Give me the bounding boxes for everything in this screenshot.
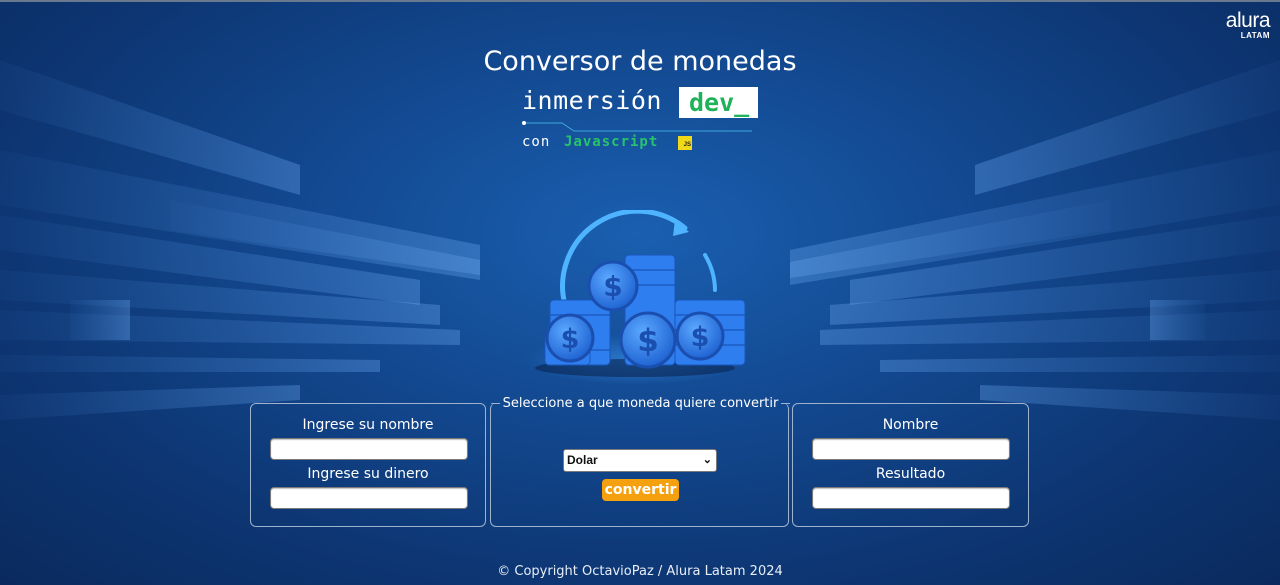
money-input-label: Ingrese su dinero <box>307 466 429 482</box>
coins-stack-illustration: $ $ $ $ <box>525 210 746 385</box>
chevron-down-icon: ⌄ <box>702 454 712 466</box>
input-panel: Ingrese su nombre Ingrese su dinero <box>250 403 486 527</box>
logo-sub-text: LATAM <box>1240 31 1270 40</box>
javascript-badge-icon: JS <box>678 136 692 150</box>
inmersion-dev-brand: inmersión dev_ con Javascript JS <box>522 84 782 159</box>
currency-selected-value: Dolar <box>567 453 598 467</box>
currency-legend: Seleccione a que moneda quiere convertir <box>502 395 779 411</box>
result-name-label: Nombre <box>882 417 939 433</box>
logo-main-text: alura <box>1225 9 1271 32</box>
circuit-trace-icon <box>522 121 752 132</box>
currency-select-panel: Seleccione a que moneda quiere convertir… <box>490 396 790 527</box>
svg-text:$: $ <box>637 323 659 359</box>
alura-logo: alura LATAM <box>1225 9 1271 40</box>
result-name-field[interactable] <box>812 438 1010 460</box>
name-input-label: Ingrese su nombre <box>302 417 434 433</box>
legend-line-left <box>491 402 500 404</box>
currency-legend-row: Seleccione a que moneda quiere convertir <box>491 395 790 411</box>
svg-text:$: $ <box>561 324 580 355</box>
footer-copyright: © Copyright OctavioPaz / Alura Latam 202… <box>497 564 783 579</box>
page-title: Conversor de monedas <box>483 46 797 77</box>
tagline-language: Javascript <box>564 134 659 150</box>
result-value-label: Resultado <box>875 466 946 482</box>
result-value-field[interactable] <box>812 487 1010 509</box>
name-input[interactable] <box>270 438 468 460</box>
brand-dev-tag: dev_ <box>679 87 758 118</box>
result-panel: Nombre Resultado <box>792 403 1029 527</box>
brand-word: inmersión <box>522 86 662 115</box>
legend-line-right <box>781 402 790 404</box>
money-input[interactable] <box>270 487 468 509</box>
tagline-prefix: con <box>522 134 551 150</box>
svg-text:$: $ <box>603 270 622 303</box>
svg-text:$: $ <box>691 322 710 353</box>
convert-button[interactable]: convertir <box>602 479 679 501</box>
currency-select[interactable]: Dolar ⌄ <box>563 449 717 472</box>
